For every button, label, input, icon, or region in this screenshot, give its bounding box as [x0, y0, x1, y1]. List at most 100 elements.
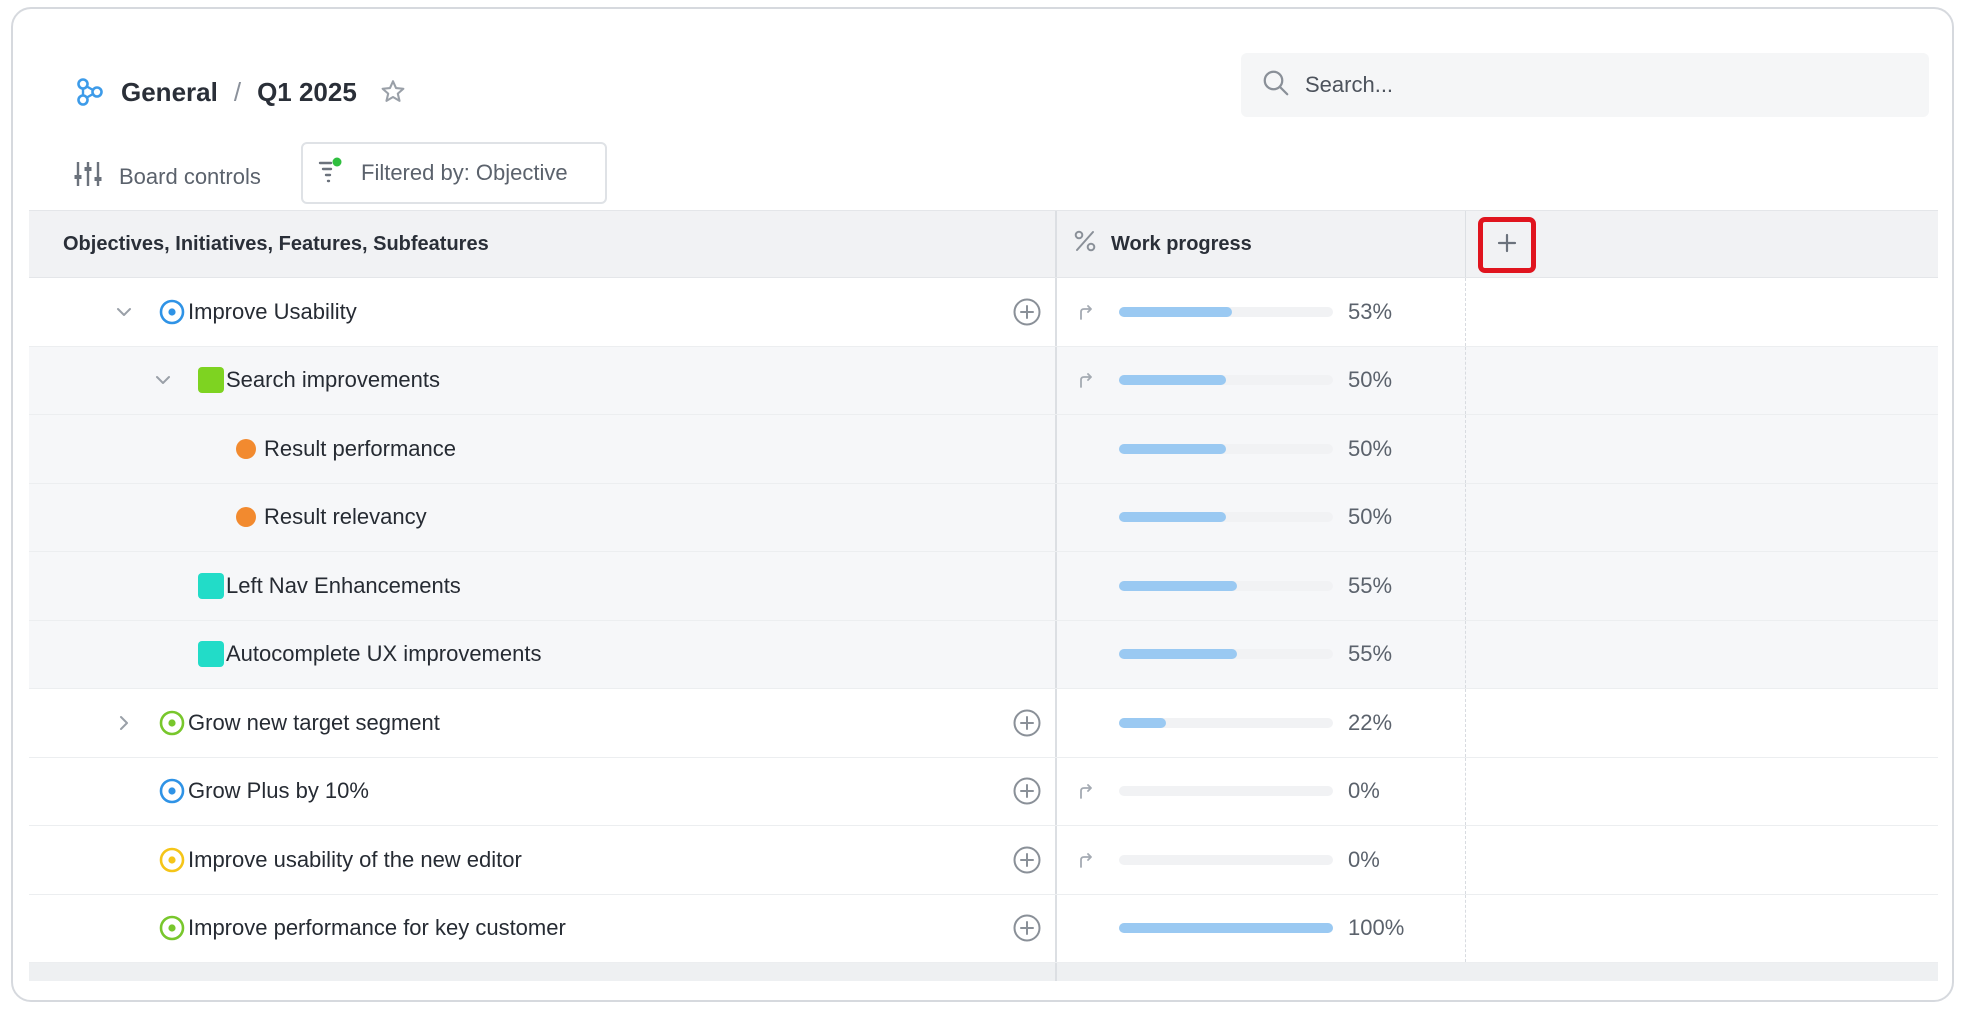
table-header: Objectives, Initiatives, Features, Subfe…: [29, 210, 1938, 278]
breadcrumb-workspace[interactable]: General: [121, 77, 218, 108]
objective-icon: [158, 846, 186, 874]
progress-percent: 55%: [1348, 641, 1393, 667]
progress-cell: 0%: [1057, 757, 1466, 825]
empty-cell: [1466, 826, 1938, 894]
filter-label: Filtered by: Objective: [361, 160, 568, 185]
plus-circle-icon[interactable]: [1012, 297, 1042, 327]
progress-percent: 0%: [1348, 846, 1380, 872]
rollup-arrow-icon[interactable]: [1075, 301, 1097, 323]
star-icon[interactable]: [377, 76, 409, 108]
sliders-icon: [73, 159, 103, 195]
footer-rest-cell: [1057, 963, 1938, 981]
plus-circle-icon[interactable]: [1012, 913, 1042, 943]
table-row[interactable]: Autocomplete UX improvements 55%: [29, 620, 1938, 689]
empty-cell: [1466, 758, 1938, 826]
chevron-down-icon[interactable]: [113, 301, 135, 323]
breadcrumb: General / Q1 2025: [73, 67, 409, 117]
row-label[interactable]: Autocomplete UX improvements: [226, 641, 541, 667]
chevron-down-icon[interactable]: [152, 369, 174, 391]
initiative-icon: [197, 366, 225, 394]
name-cell[interactable]: Improve performance for key customer: [29, 894, 1057, 962]
progress-bar-fill: [1119, 717, 1167, 728]
progress-bar: [1119, 717, 1333, 728]
name-cell[interactable]: Autocomplete UX improvements: [29, 620, 1057, 688]
progress-percent: 22%: [1348, 709, 1393, 735]
row-label[interactable]: Improve usability of the new editor: [188, 847, 522, 873]
row-label[interactable]: Left Nav Enhancements: [226, 573, 461, 599]
progress-bar-fill: [1119, 443, 1226, 454]
app-window: General / Q1 2025 Board control: [11, 7, 1954, 1002]
add-column-button[interactable]: [1478, 217, 1536, 273]
rollup-arrow-icon[interactable]: [1075, 780, 1097, 802]
name-cell[interactable]: Improve usability of the new editor: [29, 826, 1057, 894]
progress-bar: [1119, 649, 1333, 660]
progress-percent: 50%: [1348, 367, 1393, 393]
progress-cell: 55%: [1057, 620, 1466, 688]
table-row[interactable]: Search improvements 50%: [29, 346, 1938, 415]
progress-percent: 100%: [1348, 915, 1405, 941]
name-cell[interactable]: Search improvements: [29, 346, 1057, 414]
empty-cell: [1466, 278, 1938, 346]
name-cell[interactable]: Result performance: [29, 415, 1057, 483]
table-row[interactable]: Grow Plus by 10% 0%: [29, 757, 1938, 826]
progress-cell: 50%: [1057, 346, 1466, 414]
progress-cell: 0%: [1057, 826, 1466, 894]
row-label[interactable]: Result relevancy: [264, 504, 427, 530]
table-row[interactable]: Improve Usability 53%: [29, 278, 1938, 347]
rollup-arrow-icon[interactable]: [1075, 849, 1097, 871]
search-input[interactable]: [1305, 72, 1865, 98]
initiative-icon: [197, 572, 225, 600]
board-controls-label: Board controls: [119, 164, 261, 189]
progress-percent: 0%: [1348, 778, 1380, 804]
name-cell[interactable]: Grow Plus by 10%: [29, 757, 1057, 825]
table-row[interactable]: Result performance 50%: [29, 415, 1938, 484]
search-box[interactable]: [1241, 53, 1929, 117]
search-icon: [1261, 68, 1291, 103]
progress-bar-fill: [1119, 649, 1237, 660]
row-label[interactable]: Grow Plus by 10%: [188, 778, 369, 804]
empty-cell: [1466, 552, 1938, 620]
progress-bar: [1119, 375, 1333, 386]
row-label[interactable]: Grow new target segment: [188, 710, 440, 736]
objective-icon: [158, 709, 186, 737]
objective-icon: [158, 777, 186, 805]
filter-button[interactable]: Filtered by: Objective: [301, 142, 607, 204]
chevron-right-icon[interactable]: [113, 712, 135, 734]
plus-circle-icon[interactable]: [1012, 776, 1042, 806]
name-cell[interactable]: Grow new target segment: [29, 689, 1057, 757]
progress-percent: 55%: [1348, 572, 1393, 598]
table-row[interactable]: Grow new target segment 22%: [29, 689, 1938, 758]
table-row[interactable]: Left Nav Enhancements 55%: [29, 552, 1938, 621]
table-row[interactable]: Result relevancy 50%: [29, 483, 1938, 552]
progress-bar: [1119, 306, 1333, 317]
table-row[interactable]: Improve performance for key customer 100%: [29, 894, 1938, 963]
rollup-arrow-icon[interactable]: [1075, 369, 1097, 391]
progress-bar-fill: [1119, 512, 1226, 523]
progress-bar: [1119, 443, 1333, 454]
empty-cell: [1466, 621, 1938, 689]
row-label[interactable]: Improve Usability: [188, 299, 357, 325]
name-cell[interactable]: Result relevancy: [29, 483, 1057, 551]
progress-bar-fill: [1119, 306, 1233, 317]
progress-cell: 22%: [1057, 689, 1466, 757]
board-controls-button[interactable]: Board controls: [73, 147, 261, 207]
hierarchy-icon: [73, 75, 107, 109]
name-cell[interactable]: Left Nav Enhancements: [29, 552, 1057, 620]
percent-icon: [1073, 229, 1097, 259]
progress-bar: [1119, 923, 1333, 934]
row-label[interactable]: Search improvements: [226, 367, 440, 393]
column-header-progress[interactable]: Work progress: [1057, 211, 1466, 277]
column-header-name[interactable]: Objectives, Initiatives, Features, Subfe…: [29, 211, 1057, 277]
footer-name-cell: [29, 963, 1057, 981]
empty-cell: [1466, 895, 1938, 963]
breadcrumb-board[interactable]: Q1 2025: [257, 77, 357, 108]
progress-bar-fill: [1119, 923, 1333, 934]
plus-circle-icon[interactable]: [1012, 845, 1042, 875]
progress-cell: 50%: [1057, 483, 1466, 551]
row-label[interactable]: Result performance: [264, 436, 456, 462]
plus-circle-icon[interactable]: [1012, 708, 1042, 738]
name-cell[interactable]: Improve Usability: [29, 278, 1057, 346]
row-label[interactable]: Improve performance for key customer: [188, 915, 566, 941]
table-row[interactable]: Improve usability of the new editor 0%: [29, 826, 1938, 895]
progress-bar: [1119, 786, 1333, 797]
